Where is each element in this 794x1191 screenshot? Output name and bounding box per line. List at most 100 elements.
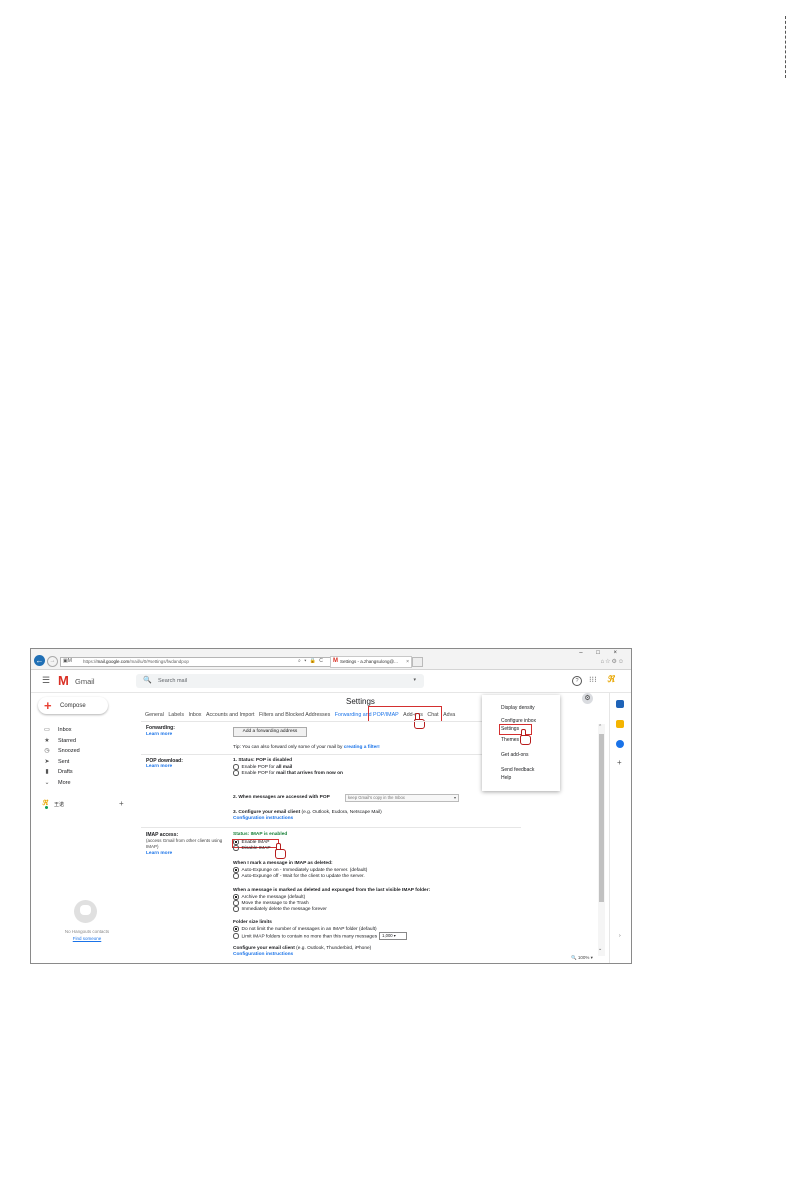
app-name: Gmail: [75, 677, 95, 686]
menu-item-display-density[interactable]: Display density: [501, 705, 535, 711]
address-url: https://mail.google.com/mail/u/0/#settin…: [83, 659, 189, 664]
inbox-icon: ▭: [44, 727, 50, 733]
imap-delete-forever-option[interactable]: Immediately delete the message forever: [233, 906, 327, 912]
browser-toolbar: ← → ▣M https://mail.google.com/mail/u/0/…: [31, 649, 631, 670]
no-contacts-text: No Hangouts contacts: [64, 929, 110, 934]
search-options-icon[interactable]: ▾: [413, 677, 416, 683]
sidebar-item-starred[interactable]: ★ Starred: [41, 736, 131, 747]
tab-general[interactable]: General: [145, 712, 164, 718]
imap-learn-more-link[interactable]: Learn more: [146, 851, 172, 856]
sidebar-item-snoozed[interactable]: ◷ Snoozed: [41, 746, 131, 757]
tab-inbox[interactable]: Inbox: [188, 712, 201, 718]
gmail-header: ☰ M Gmail 🔍 Search mail ▾ ? ⁝⁝⁝ ℜ: [31, 670, 631, 693]
main-scrollbar[interactable]: ⌃ ⌄: [598, 724, 605, 956]
sidebar: + Compose ▭ Inbox ★ Starred ◷ Snoozed ➤ Sent…: [31, 693, 135, 963]
forwarding-tip: Tip: You can also forward only some of y…: [233, 745, 380, 750]
no-limit-radio[interactable]: [233, 926, 239, 932]
send-icon: ➤: [44, 758, 50, 765]
help-icon[interactable]: ?: [572, 676, 582, 686]
compose-button[interactable]: + Compose: [38, 697, 108, 714]
new-tab-button[interactable]: [412, 657, 423, 667]
limit-radio[interactable]: [233, 933, 239, 939]
browser-tab[interactable]: M Settings - a.zhangsulong@... ×: [330, 656, 412, 668]
pop-access-select[interactable]: keep Gmail's copy in the Inbox ▾: [345, 794, 459, 802]
tab-filters[interactable]: Filters and Blocked Addresses: [259, 712, 330, 718]
search-icon[interactable]: 🔍: [143, 676, 152, 684]
address-bar[interactable]: ▣M https://mail.google.com/mail/u/0/#set…: [60, 657, 340, 667]
tab-labels[interactable]: Labels: [168, 712, 184, 718]
scroll-down-icon[interactable]: ⌄: [598, 946, 602, 952]
settings-gear-icon[interactable]: ⚙: [582, 693, 593, 704]
pop-learn-more-link[interactable]: Learn more: [146, 764, 172, 769]
search-input[interactable]: Search mail: [158, 678, 187, 684]
archive-radio[interactable]: [233, 894, 239, 900]
scroll-up-icon[interactable]: ⌃: [598, 724, 602, 730]
add-contact-icon[interactable]: +: [119, 799, 124, 808]
pop-configuration-link[interactable]: Configuration instructions: [233, 816, 293, 821]
delete-forever-radio[interactable]: [233, 906, 239, 912]
pop-from-now-radio[interactable]: [233, 770, 239, 776]
menu-item-send-feedback[interactable]: Send feedback: [501, 767, 534, 773]
account-avatar[interactable]: ℜ: [607, 674, 614, 685]
page-cut-line: [785, 16, 786, 78]
search-bar[interactable]: 🔍 Search mail ▾: [136, 674, 424, 688]
hangouts-user[interactable]: ℜ 王诺 +: [41, 799, 129, 809]
compose-plus-icon: +: [44, 698, 52, 713]
sidebar-item-inbox[interactable]: ▭ Inbox: [41, 725, 131, 736]
expand-panel-icon[interactable]: ›: [619, 933, 621, 939]
tab-accounts-and-import[interactable]: Accounts and Import: [206, 712, 255, 718]
gmail-logo-icon[interactable]: M: [58, 673, 69, 688]
create-filter-link[interactable]: creating a filter!: [344, 745, 380, 750]
imap-access-subtitle-2: IMAP): [146, 844, 159, 849]
sidebar-item-more[interactable]: ⌄ More: [41, 778, 131, 789]
window-controls[interactable]: – □ ×: [579, 650, 623, 656]
folder-limit-option[interactable]: Limit IMAP folders to contain no more th…: [233, 932, 408, 940]
pointer-hand-icon: [413, 713, 425, 729]
pointer-hand-icon: [274, 843, 286, 859]
calendar-icon[interactable]: [616, 700, 624, 708]
pop-option-from-now[interactable]: Enable POP for mail that arrives from no…: [233, 770, 343, 776]
back-arrow-icon[interactable]: ←: [34, 655, 45, 666]
hangouts-bubble-icon: [74, 900, 97, 923]
imap-status: Status: IMAP is enabled: [233, 832, 288, 837]
pop-configure-client: 3. Configure your email client (e.g. Out…: [233, 810, 382, 815]
forwarding-label: Forwarding:: [146, 725, 175, 731]
find-someone-link[interactable]: Find someone: [49, 936, 125, 941]
expunge-off-radio[interactable]: [233, 873, 239, 879]
keep-icon[interactable]: [616, 720, 624, 728]
side-panel-rail: + ›: [609, 693, 631, 963]
menu-item-help[interactable]: Help: [501, 775, 511, 781]
imap-configuration-link[interactable]: Configuration instructions: [233, 952, 293, 957]
tab-close-icon[interactable]: ×: [406, 659, 409, 665]
imap-configure-client: Configure your email client (e.g. Outloo…: [233, 946, 372, 951]
imap-expunged-heading: When a message is marked as deleted and …: [233, 888, 431, 893]
imap-disable-radio[interactable]: [233, 845, 239, 851]
imap-disable-option[interactable]: Disable IMAP: [233, 845, 271, 851]
scroll-thumb[interactable]: [599, 734, 604, 902]
expunge-on-radio[interactable]: [233, 867, 239, 873]
compose-label: Compose: [60, 703, 86, 709]
active-tab-highlight: [368, 706, 442, 722]
trash-radio[interactable]: [233, 900, 239, 906]
forward-arrow-icon[interactable]: →: [47, 656, 58, 667]
menu-item-themes[interactable]: Themes: [501, 737, 519, 743]
zoom-status[interactable]: 🔍 100% ▾: [571, 955, 631, 963]
sidebar-item-sent[interactable]: ➤ Sent: [41, 757, 131, 768]
tasks-icon[interactable]: [616, 740, 624, 748]
settings-tabs: General Labels Inbox Accounts and Import Fil…: [145, 712, 515, 720]
add-forwarding-address-button[interactable]: Add a forwarding address: [233, 727, 307, 737]
tab-advanced[interactable]: Adva: [443, 712, 455, 718]
select-chevron-icon: ▾: [453, 795, 456, 800]
main-menu-icon[interactable]: ☰: [42, 675, 50, 686]
pop-all-mail-radio[interactable]: [233, 764, 239, 770]
add-panel-icon[interactable]: +: [617, 758, 622, 767]
browser-toolbar-icons[interactable]: ⌂☆⚙☺: [600, 658, 625, 665]
forwarding-learn-more-link[interactable]: Learn more: [146, 732, 172, 737]
address-tools-icons[interactable]: ⌕ ▾ 🔒 C: [298, 658, 324, 664]
gmail-favicon-icon: M: [333, 658, 338, 664]
imap-expunge-off-option[interactable]: Auto-Expunge off - Wait for the client t…: [233, 873, 365, 879]
sidebar-item-drafts[interactable]: ▮ Drafts: [41, 767, 131, 778]
apps-grid-icon[interactable]: ⁝⁝⁝: [589, 675, 597, 684]
menu-item-get-add-ons[interactable]: Get add-ons: [501, 752, 529, 758]
folder-limit-select[interactable]: 1,000 ▾: [379, 932, 408, 940]
